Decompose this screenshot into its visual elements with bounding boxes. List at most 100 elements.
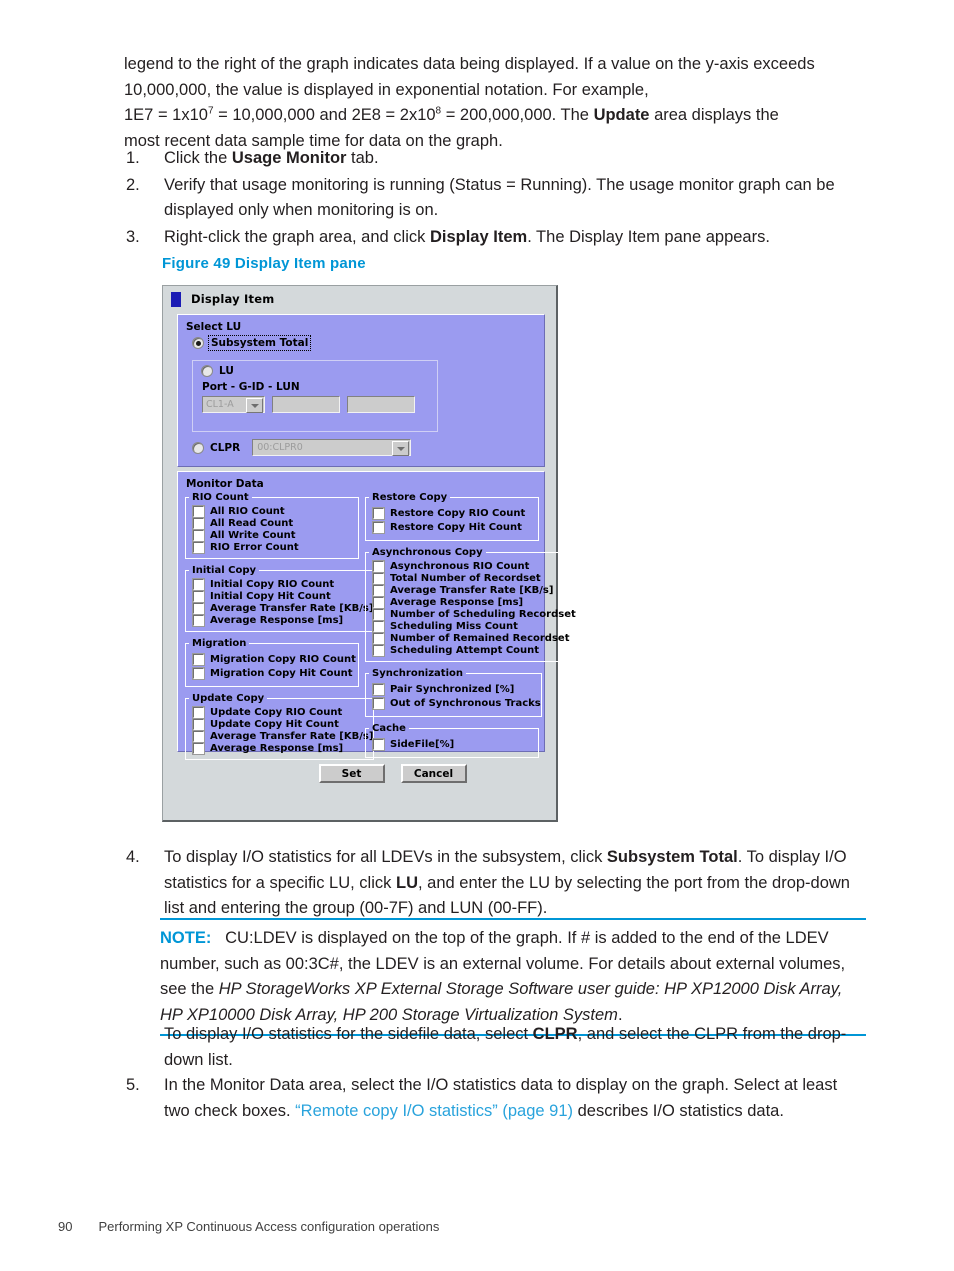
checkbox-row[interactable]: Total Number of Recordset bbox=[373, 573, 576, 584]
checkbox-row[interactable]: Average Response [ms] bbox=[193, 743, 373, 754]
checkbox-icon[interactable] bbox=[373, 561, 384, 572]
checkbox-icon[interactable] bbox=[193, 518, 204, 529]
chevron-down-icon[interactable] bbox=[392, 441, 410, 456]
checkbox-row[interactable]: Update Copy Hit Count bbox=[193, 719, 373, 730]
checkbox-label: Average Transfer Rate [KB/s] bbox=[210, 603, 374, 614]
checkbox-icon[interactable] bbox=[193, 591, 204, 602]
checkbox-icon[interactable] bbox=[373, 585, 384, 596]
checkbox-label: Total Number of Recordset bbox=[390, 573, 541, 584]
checkbox-icon[interactable] bbox=[193, 719, 204, 730]
cancel-button[interactable]: Cancel bbox=[400, 764, 467, 783]
checkbox-icon[interactable] bbox=[373, 609, 384, 620]
checkbox-icon[interactable] bbox=[373, 522, 384, 533]
port-dropdown-value: CL1-A bbox=[206, 399, 234, 410]
checkbox-row[interactable]: RIO Error Count bbox=[193, 542, 358, 553]
group-update-copy: Update Copy Update Copy RIO Count Update… bbox=[185, 693, 375, 760]
checkbox-label: Number of Scheduling Recordset bbox=[390, 609, 576, 620]
checkbox-row[interactable]: Migration Copy Hit Count bbox=[193, 668, 358, 679]
checkbox-row[interactable]: Average Transfer Rate [KB/s] bbox=[193, 603, 373, 614]
checkbox-icon[interactable] bbox=[373, 573, 384, 584]
dialog-title: Display Item bbox=[191, 292, 275, 306]
group-legend: Update Copy bbox=[192, 693, 265, 704]
checkbox-row[interactable]: Average Transfer Rate [KB/s] bbox=[373, 585, 576, 596]
radio-label-lu: LU bbox=[219, 365, 234, 377]
checkbox-icon[interactable] bbox=[373, 597, 384, 608]
checkbox-icon[interactable] bbox=[193, 542, 204, 553]
checkbox-icon[interactable] bbox=[193, 579, 204, 590]
checkbox-icon[interactable] bbox=[193, 506, 204, 517]
checkbox-icon[interactable] bbox=[373, 621, 384, 632]
checkbox-icon[interactable] bbox=[373, 684, 384, 695]
checkbox-row[interactable]: Out of Synchronous Tracks bbox=[373, 698, 541, 709]
checkbox-icon[interactable] bbox=[373, 645, 384, 656]
checkbox-row[interactable]: Number of Scheduling Recordset bbox=[373, 609, 576, 620]
checkbox-row[interactable]: All Read Count bbox=[193, 518, 358, 529]
checkbox-row[interactable]: Asynchronous RIO Count bbox=[373, 561, 576, 572]
list-number: 4. bbox=[126, 848, 140, 866]
checkbox-row[interactable]: Restore Copy Hit Count bbox=[373, 522, 538, 533]
checkbox-row[interactable]: Restore Copy RIO Count bbox=[373, 508, 538, 519]
footer-page-number: 90 bbox=[58, 1219, 73, 1234]
checkbox-row[interactable]: Pair Synchronized [%] bbox=[373, 684, 541, 695]
radio-icon-unselected[interactable] bbox=[201, 365, 213, 377]
checkbox-row[interactable]: Scheduling Attempt Count bbox=[373, 645, 576, 656]
checkbox-icon[interactable] bbox=[373, 633, 384, 644]
checkbox-icon[interactable] bbox=[193, 731, 204, 742]
checkbox-row[interactable]: Average Response [ms] bbox=[373, 597, 576, 608]
clpr-row[interactable]: CLPR 00:CLPR0 bbox=[192, 439, 412, 456]
note-italic-title: HP StorageWorks XP External Storage Soft… bbox=[160, 980, 843, 1024]
gid-input[interactable] bbox=[272, 396, 340, 413]
checkbox-row[interactable]: All Write Count bbox=[193, 530, 358, 541]
checkbox-row[interactable]: Average Transfer Rate [KB/s] bbox=[193, 731, 373, 742]
footer-title: Performing XP Continuous Access configur… bbox=[98, 1219, 440, 1234]
checkbox-icon[interactable] bbox=[373, 698, 384, 709]
checkbox-icon[interactable] bbox=[373, 508, 384, 519]
checkbox-icon[interactable] bbox=[193, 615, 204, 626]
checkbox-label: Average Response [ms] bbox=[390, 597, 524, 608]
steps-list-1: 1. Click the Usage Monitor tab. 2. Verify … bbox=[124, 146, 866, 251]
lun-input[interactable] bbox=[347, 396, 415, 413]
checkbox-label: Out of Synchronous Tracks bbox=[390, 698, 541, 709]
checkbox-icon[interactable] bbox=[193, 707, 204, 718]
checkbox-label: RIO Error Count bbox=[210, 542, 299, 553]
intro-line-2: 10,000,000, the value is displayed in ex… bbox=[124, 80, 649, 99]
checkbox-row[interactable]: Update Copy RIO Count bbox=[193, 707, 373, 718]
update-bold: Update bbox=[593, 106, 650, 124]
checkbox-row[interactable]: Initial Copy RIO Count bbox=[193, 579, 373, 590]
checkbox-label: Initial Copy Hit Count bbox=[210, 591, 331, 602]
display-item-dialog: Display Item Select LU Subsystem Total L… bbox=[162, 285, 577, 822]
checkbox-row[interactable]: Number of Remained Recordset bbox=[373, 633, 576, 644]
checkbox-row[interactable]: Initial Copy Hit Count bbox=[193, 591, 373, 602]
radio-icon-clpr[interactable] bbox=[192, 441, 204, 454]
monitor-left-column: RIO Count All RIO Count All Read Count A… bbox=[185, 492, 375, 766]
steps-list-3: 5. In the Monitor Data area, select the I… bbox=[124, 1073, 866, 1125]
checkbox-row[interactable]: Migration Copy RIO Count bbox=[193, 654, 358, 665]
checkbox-label: Update Copy Hit Count bbox=[210, 719, 339, 730]
set-button[interactable]: Set bbox=[318, 764, 385, 783]
radio-icon-selected[interactable] bbox=[192, 337, 204, 349]
checkbox-label: Average Response [ms] bbox=[210, 743, 344, 754]
group-synchronization: Synchronization Pair Synchronized [%] Ou… bbox=[365, 668, 542, 717]
radio-label-clpr: CLPR bbox=[210, 441, 241, 454]
checkbox-icon[interactable] bbox=[193, 603, 204, 614]
checkbox-icon[interactable] bbox=[193, 743, 204, 754]
checkbox-row[interactable]: Scheduling Miss Count bbox=[373, 621, 576, 632]
figure-caption: Figure 49 Display Item pane bbox=[162, 255, 366, 272]
port-dropdown[interactable]: CL1-A bbox=[202, 396, 265, 413]
cross-reference-link[interactable]: “Remote copy I/O statistics” (page 91) bbox=[295, 1102, 573, 1120]
clpr-dropdown[interactable]: 00:CLPR0 bbox=[252, 439, 412, 456]
radio-subsystem-total[interactable]: Subsystem Total bbox=[192, 335, 544, 351]
checkbox-row[interactable]: SideFile[%] bbox=[373, 739, 538, 750]
steps-list-2: 4. To display I/O statistics for all LDEV… bbox=[124, 845, 866, 923]
checkbox-row[interactable]: Average Response [ms] bbox=[193, 615, 373, 626]
radio-lu[interactable]: LU bbox=[201, 365, 437, 377]
checkbox-icon[interactable] bbox=[193, 668, 204, 679]
checkbox-icon[interactable] bbox=[373, 739, 384, 750]
checkbox-label: Scheduling Attempt Count bbox=[390, 645, 540, 656]
chevron-down-icon[interactable] bbox=[246, 398, 263, 413]
list-item: 1. Click the Usage Monitor tab. bbox=[124, 146, 866, 172]
checkbox-icon[interactable] bbox=[193, 530, 204, 541]
checkbox-icon[interactable] bbox=[193, 654, 204, 665]
document-page: legend to the right of the graph indicat… bbox=[0, 0, 954, 1271]
checkbox-row[interactable]: All RIO Count bbox=[193, 506, 358, 517]
